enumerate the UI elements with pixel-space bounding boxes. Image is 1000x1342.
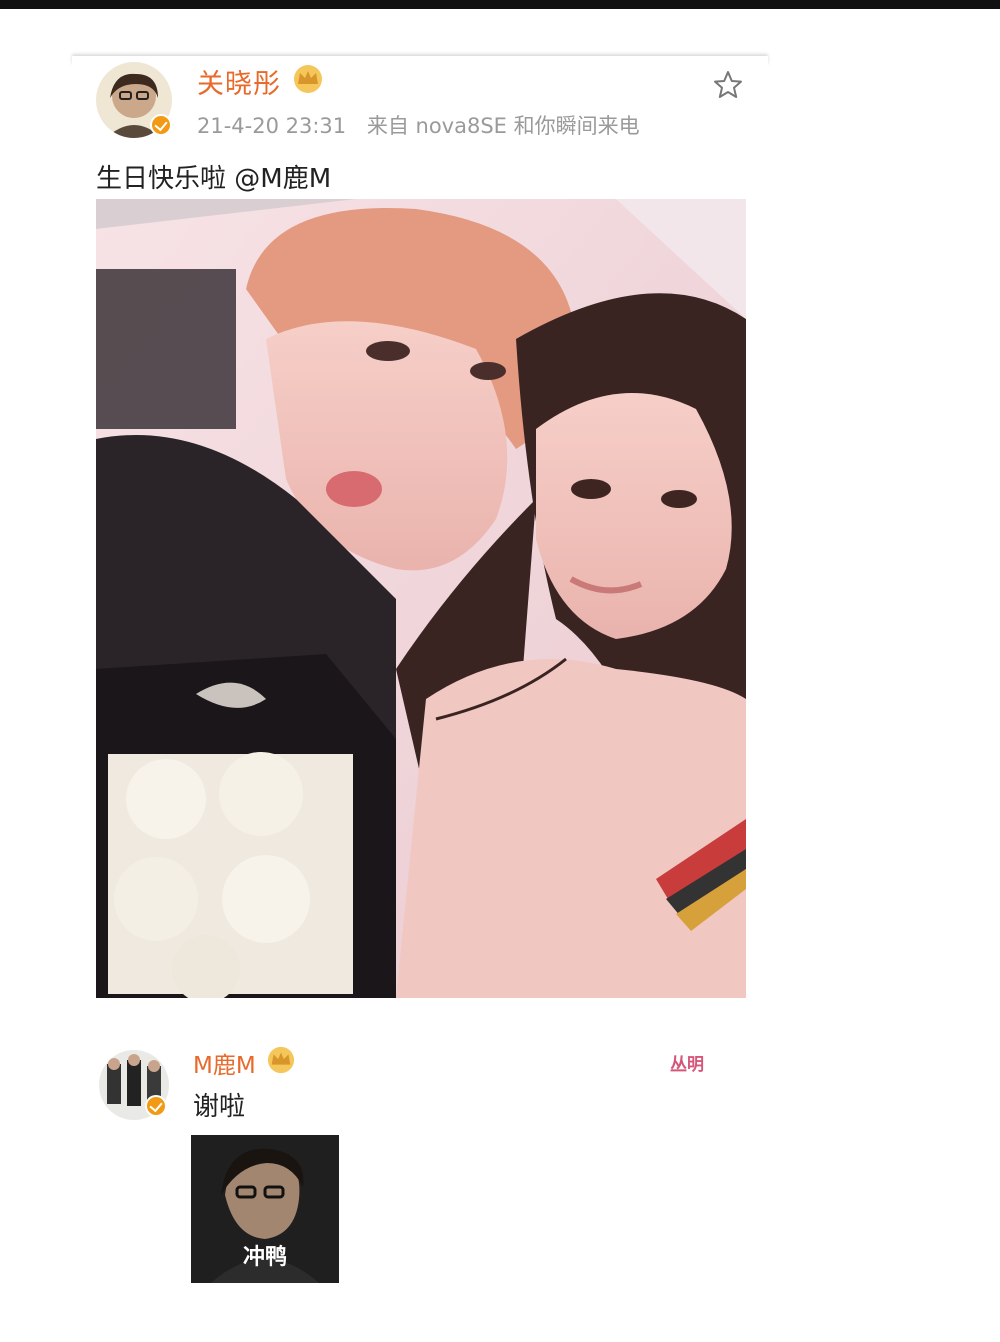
top-edge-bar [0,0,1000,9]
reply-tag[interactable]: 丛明 [670,1050,704,1075]
reply-text: 谢啦 [193,1092,246,1122]
star-icon[interactable] [712,69,744,101]
post-author-name[interactable]: 关晓彤 [197,62,281,101]
reply-crown-icon [267,1046,295,1074]
reply-sticker-image[interactable]: 冲鸭 [191,1135,339,1283]
crown-icon [294,65,322,93]
sticker-caption: 冲鸭 [242,1245,287,1270]
reply-verified-badge-icon [145,1095,167,1117]
post-photo[interactable] [96,199,746,998]
reply-author-name[interactable]: M鹿M [193,1046,256,1080]
post-timestamp: 21-4-20 23:31 [197,114,347,138]
verified-badge-icon [150,114,172,136]
post-source[interactable]: 来自 nova8SE 和你瞬间来电 [367,114,640,138]
post-meta: 21-4-20 23:31 来自 nova8SE 和你瞬间来电 [197,110,654,140]
post-text: 生日快乐啦 @M鹿M [96,164,332,194]
